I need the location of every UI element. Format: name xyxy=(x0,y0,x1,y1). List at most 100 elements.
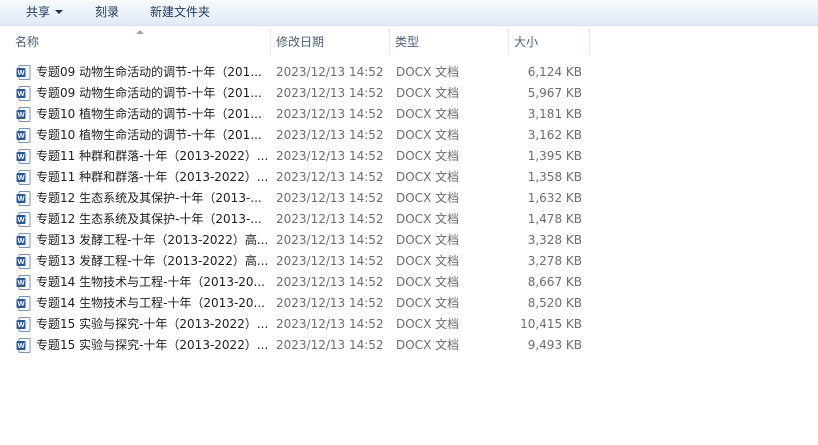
svg-text:W: W xyxy=(17,278,25,287)
sort-ascending-icon xyxy=(136,30,144,34)
file-size: 6,124 KB xyxy=(527,65,582,79)
word-document-icon: W xyxy=(16,86,31,101)
file-type: DOCX 文档 xyxy=(396,149,460,163)
word-document-icon: W xyxy=(16,317,31,332)
file-modified-date: 2023/12/13 14:52 xyxy=(276,149,384,163)
file-size: 3,278 KB xyxy=(527,254,582,268)
file-type: DOCX 文档 xyxy=(396,254,460,268)
word-document-icon: W xyxy=(16,212,31,227)
file-type: DOCX 文档 xyxy=(396,128,460,142)
word-document-icon: W xyxy=(16,149,31,164)
share-button[interactable]: 共享 xyxy=(26,0,64,25)
file-modified-date: 2023/12/13 14:52 xyxy=(276,107,384,121)
file-size: 3,181 KB xyxy=(527,107,582,121)
file-modified-date: 2023/12/13 14:52 xyxy=(276,338,384,352)
svg-text:W: W xyxy=(17,68,25,77)
file-name: 专题13 发酵工程-十年（2013-2022）高... xyxy=(36,254,268,268)
word-document-icon: W xyxy=(16,170,31,185)
file-size: 1,632 KB xyxy=(527,191,582,205)
svg-text:W: W xyxy=(17,152,25,161)
svg-text:W: W xyxy=(17,215,25,224)
file-modified-date: 2023/12/13 14:52 xyxy=(276,233,384,247)
file-size: 8,667 KB xyxy=(527,275,582,289)
file-row[interactable]: W 专题12 生态系统及其保护-十年（2013-... 2023/12/13 14:… xyxy=(0,209,818,230)
burn-button-label: 刻录 xyxy=(95,5,120,19)
svg-text:W: W xyxy=(17,173,25,182)
word-document-icon: W xyxy=(16,254,31,269)
file-row[interactable]: W 专题12 生态系统及其保护-十年（2013-... 2023/12/13 14:… xyxy=(0,188,818,209)
file-name: 专题15 实验与探究-十年（2013-2022）... xyxy=(36,338,268,352)
command-bar: 共享 刻录 新建文件夹 xyxy=(0,0,818,26)
file-row[interactable]: W 专题15 实验与探究-十年（2013-2022）... 2023/12/13 1… xyxy=(0,335,818,356)
column-divider[interactable] xyxy=(589,29,590,55)
file-name: 专题11 种群和群落-十年（2013-2022）... xyxy=(36,170,268,184)
word-document-icon: W xyxy=(16,296,31,311)
svg-text:W: W xyxy=(17,299,25,308)
file-type: DOCX 文档 xyxy=(396,233,460,247)
file-name: 专题11 种群和群落-十年（2013-2022）... xyxy=(36,149,268,163)
file-modified-date: 2023/12/13 14:52 xyxy=(276,275,384,289)
file-type: DOCX 文档 xyxy=(396,275,460,289)
file-type: DOCX 文档 xyxy=(396,191,460,205)
file-name: 专题09 动物生命活动的调节-十年（201... xyxy=(36,86,262,100)
file-row[interactable]: W 专题14 生物技术与工程-十年（2013-20... 2023/12/13 14… xyxy=(0,293,818,314)
word-document-icon: W xyxy=(16,191,31,206)
file-type: DOCX 文档 xyxy=(396,170,460,184)
word-document-icon: W xyxy=(16,128,31,143)
svg-text:W: W xyxy=(17,341,25,350)
file-row[interactable]: W 专题10 植物生命活动的调节-十年（201... 2023/12/13 14:5… xyxy=(0,104,818,125)
file-name: 专题10 植物生命活动的调节-十年（201... xyxy=(36,128,262,142)
file-type: DOCX 文档 xyxy=(396,317,460,331)
file-modified-date: 2023/12/13 14:52 xyxy=(276,296,384,310)
file-row[interactable]: W 专题10 植物生命活动的调节-十年（201... 2023/12/13 14:5… xyxy=(0,125,818,146)
file-row[interactable]: W 专题09 动物生命活动的调节-十年（201... 2023/12/13 14:5… xyxy=(0,62,818,83)
file-type: DOCX 文档 xyxy=(396,65,460,79)
file-name: 专题09 动物生命活动的调节-十年（201... xyxy=(36,65,262,79)
column-header-row: 名称 修改日期 类型 大小 xyxy=(0,29,818,55)
column-header-name-label: 名称 xyxy=(15,35,40,49)
file-row[interactable]: W 专题15 实验与探究-十年（2013-2022）... 2023/12/13 1… xyxy=(0,314,818,335)
file-row[interactable]: W 专题13 发酵工程-十年（2013-2022）高... 2023/12/13 1… xyxy=(0,230,818,251)
file-size: 1,358 KB xyxy=(527,170,582,184)
file-name: 专题14 生物技术与工程-十年（2013-20... xyxy=(36,275,265,289)
chevron-down-icon xyxy=(55,10,64,14)
file-row[interactable]: W 专题14 生物技术与工程-十年（2013-20... 2023/12/13 14… xyxy=(0,272,818,293)
file-row[interactable]: W 专题13 发酵工程-十年（2013-2022）高... 2023/12/13 1… xyxy=(0,251,818,272)
file-type: DOCX 文档 xyxy=(396,212,460,226)
word-document-icon: W xyxy=(16,65,31,80)
column-header-size-label: 大小 xyxy=(514,35,539,49)
file-size: 3,328 KB xyxy=(527,233,582,247)
file-modified-date: 2023/12/13 14:52 xyxy=(276,86,384,100)
column-header-date[interactable]: 修改日期 xyxy=(271,29,389,55)
new-folder-button-label: 新建文件夹 xyxy=(150,5,211,19)
svg-text:W: W xyxy=(17,320,25,329)
file-name: 专题14 生物技术与工程-十年（2013-20... xyxy=(36,296,265,310)
file-size: 8,520 KB xyxy=(527,296,582,310)
column-header-size[interactable]: 大小 xyxy=(509,29,589,55)
file-modified-date: 2023/12/13 14:52 xyxy=(276,128,384,142)
file-name: 专题10 植物生命活动的调节-十年（201... xyxy=(36,107,262,121)
file-name: 专题12 生态系统及其保护-十年（2013-... xyxy=(36,212,262,226)
file-size: 10,415 KB xyxy=(520,317,582,331)
svg-text:W: W xyxy=(17,110,25,119)
burn-button[interactable]: 刻录 xyxy=(95,0,119,25)
svg-text:W: W xyxy=(17,257,25,266)
word-document-icon: W xyxy=(16,338,31,353)
file-size: 1,478 KB xyxy=(527,212,582,226)
file-row[interactable]: W 专题09 动物生命活动的调节-十年（201... 2023/12/13 14:5… xyxy=(0,83,818,104)
column-header-type-label: 类型 xyxy=(395,35,420,49)
word-document-icon: W xyxy=(16,233,31,248)
new-folder-button[interactable]: 新建文件夹 xyxy=(150,0,210,25)
file-type: DOCX 文档 xyxy=(396,296,460,310)
svg-text:W: W xyxy=(17,131,25,140)
file-modified-date: 2023/12/13 14:52 xyxy=(276,317,384,331)
file-name: 专题15 实验与探究-十年（2013-2022）... xyxy=(36,317,268,331)
share-button-label: 共享 xyxy=(26,5,51,19)
file-name: 专题13 发酵工程-十年（2013-2022）高... xyxy=(36,233,268,247)
column-header-type[interactable]: 类型 xyxy=(390,29,508,55)
file-row[interactable]: W 专题11 种群和群落-十年（2013-2022）... 2023/12/13 1… xyxy=(0,167,818,188)
file-name: 专题12 生态系统及其保护-十年（2013-... xyxy=(36,191,262,205)
file-modified-date: 2023/12/13 14:52 xyxy=(276,254,384,268)
file-modified-date: 2023/12/13 14:52 xyxy=(276,191,384,205)
file-row[interactable]: W 专题11 种群和群落-十年（2013-2022）... 2023/12/13 1… xyxy=(0,146,818,167)
